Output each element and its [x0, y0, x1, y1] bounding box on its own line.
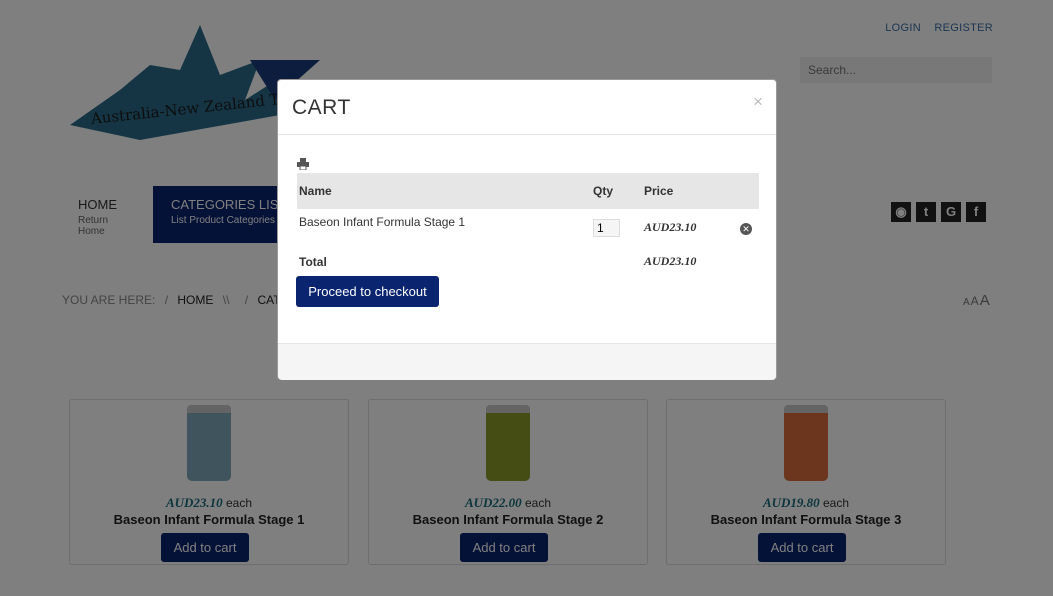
table-header-row: Name Qty Price — [297, 173, 759, 209]
proceed-to-checkout-button[interactable]: Proceed to checkout — [296, 276, 439, 307]
column-header-qty: Qty — [591, 173, 642, 209]
column-header-name: Name — [297, 173, 591, 209]
close-icon[interactable]: × — [753, 92, 763, 112]
empty-cell — [738, 246, 759, 277]
table-row: Total AUD23.10 — [297, 246, 759, 277]
empty-cell — [591, 246, 642, 277]
cart-modal: CART × Name Qty Price Baseon Infant Form… — [277, 79, 777, 380]
column-header-actions — [738, 173, 759, 209]
cart-item-price: AUD23.10 — [644, 220, 697, 234]
total-label: Total — [299, 254, 327, 269]
column-header-price: Price — [642, 173, 738, 209]
cart-item-remove-cell: ✕ — [738, 209, 759, 246]
cart-table: Name Qty Price Baseon Infant Formula Sta… — [297, 173, 759, 277]
cart-item-qty-cell — [591, 209, 642, 246]
total-value: AUD23.10 — [644, 254, 697, 268]
table-row: Baseon Infant Formula Stage 1 AUD23.10 ✕ — [297, 209, 759, 246]
modal-title: CART — [292, 96, 351, 119]
quantity-input[interactable] — [593, 218, 620, 237]
print-icon[interactable] — [297, 158, 309, 170]
cart-item-name: Baseon Infant Formula Stage 1 — [299, 215, 466, 229]
modal-footer — [278, 343, 776, 380]
modal-header: CART × — [278, 80, 776, 135]
remove-item-icon[interactable]: ✕ — [740, 222, 752, 235]
